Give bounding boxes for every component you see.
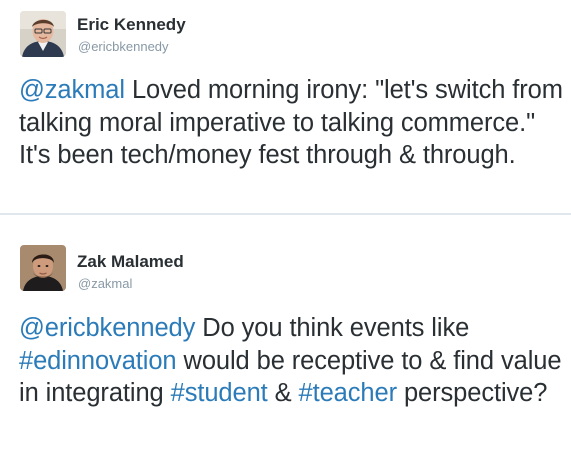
hashtag-link[interactable]: #edinnovation [19,347,177,375]
avatar[interactable] [20,245,66,291]
avatar[interactable] [20,11,66,57]
mention-link[interactable]: @zakmal [19,76,125,104]
hashtag-link[interactable]: #teacher [299,379,398,407]
tweet-text: @zakmal Loved morning irony: "let's swit… [19,74,565,172]
author-name[interactable]: Zak Malamed [77,252,184,272]
tweet-card: Eric Kennedy @ericbkennedy @zakmal Loved… [0,0,571,214]
tweet-text-segment: Do you think events like [195,314,470,342]
avatar-icon [20,11,66,57]
mention-link[interactable]: @ericbkennedy [19,314,195,342]
hashtag-link[interactable]: #student [171,379,268,407]
author-handle[interactable]: @zakmal [78,276,132,291]
tweet-text-segment: & [267,379,299,407]
tweet-text-segment: perspective? [396,379,548,407]
author-handle[interactable]: @ericbkennedy [78,39,169,54]
author-name[interactable]: Eric Kennedy [77,15,186,35]
tweet-text: @ericbkennedy Do you think events like #… [19,312,565,410]
tweet-card: Zak Malamed @zakmal @ericbkennedy Do you… [0,215,571,452]
avatar-icon [20,245,66,291]
